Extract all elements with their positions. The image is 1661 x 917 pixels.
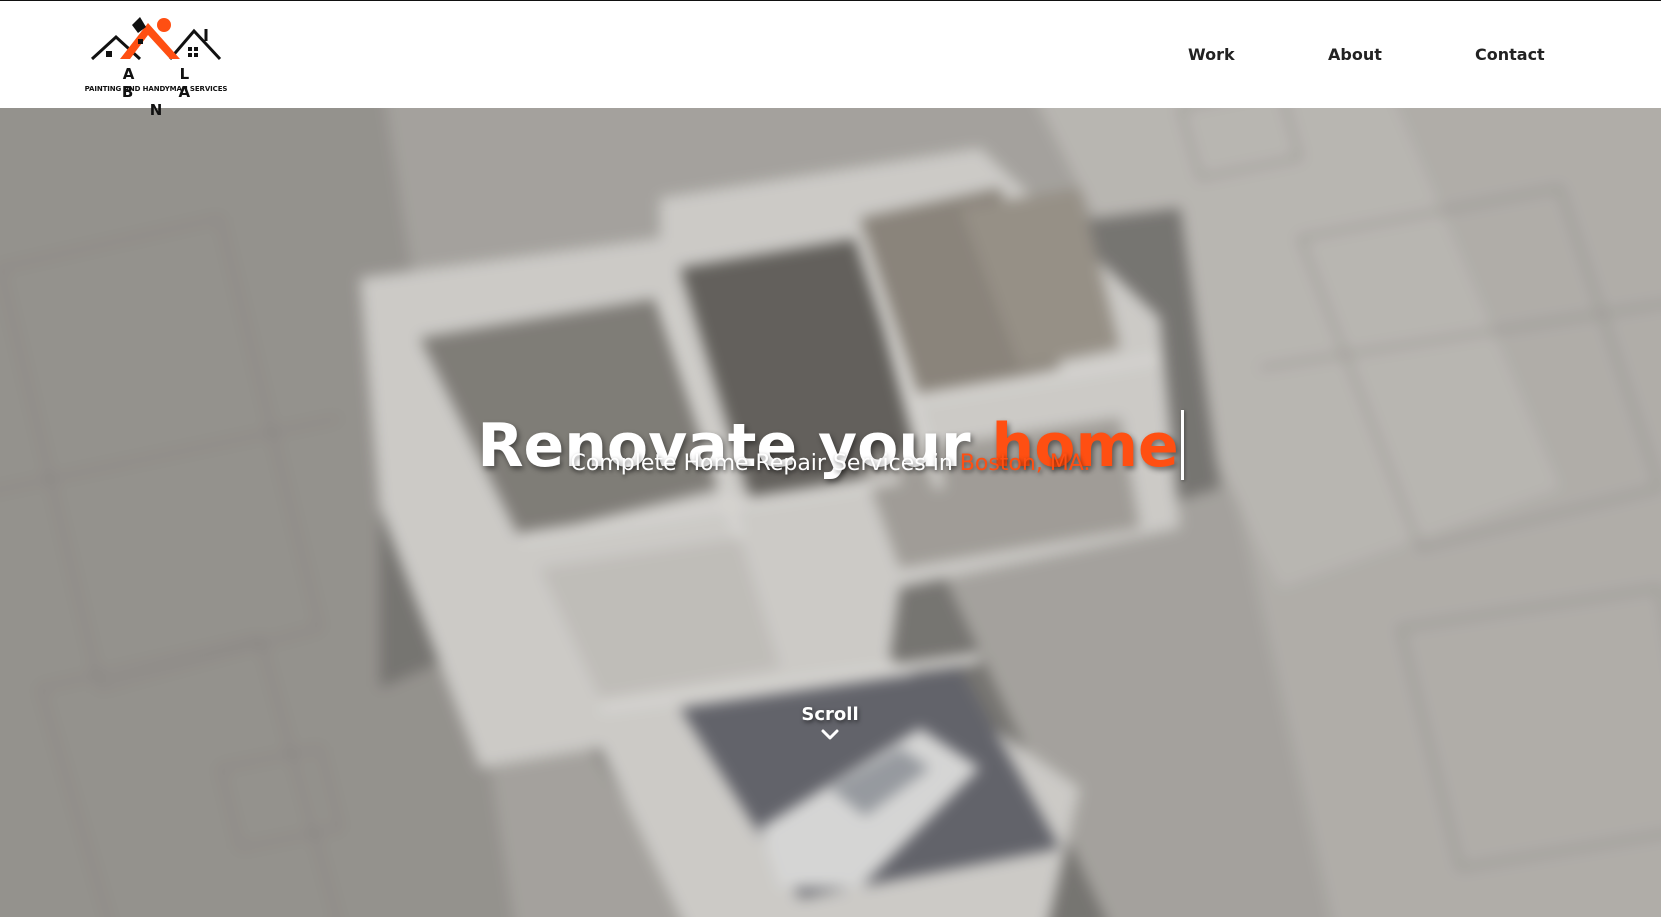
hero-subline-text: Complete Home Repair Services in: [570, 451, 960, 476]
logo-tagline: PAINTING AND HANDYMAN SERVICES: [84, 85, 228, 93]
hero-subline-location: Boston, MA.: [959, 451, 1091, 476]
scroll-label: Scroll: [801, 704, 859, 725]
hero-overlay: [0, 108, 1661, 917]
hero-section: Renovate your home Complete Home Repair …: [0, 108, 1661, 917]
nav-link-about[interactable]: About: [1328, 45, 1382, 64]
hero-subline: Complete Home Repair Services in Boston,…: [0, 450, 1661, 478]
scroll-button[interactable]: Scroll: [780, 704, 880, 742]
site-header: A L B A N PAINTING AND HANDYMAN SERVICES…: [0, 1, 1661, 119]
nav-link-work[interactable]: Work: [1188, 45, 1235, 64]
chevron-down-icon: [821, 729, 839, 740]
nav-link-contact[interactable]: Contact: [1475, 45, 1545, 64]
page: A L B A N PAINTING AND HANDYMAN SERVICES…: [0, 0, 1661, 917]
main-nav: Work About Contact: [0, 45, 1661, 69]
